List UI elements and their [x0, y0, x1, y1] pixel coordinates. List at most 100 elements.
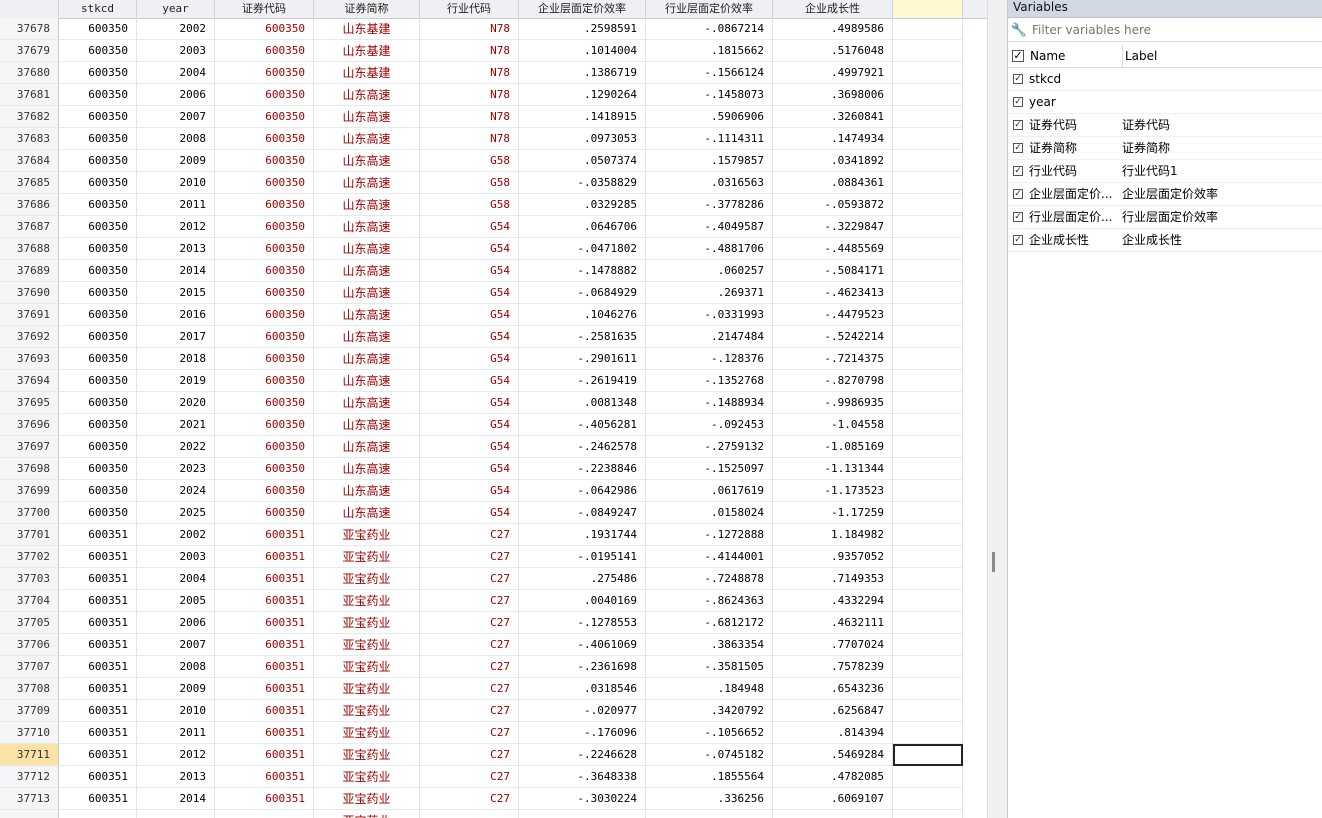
cell-year[interactable]: 2006: [137, 84, 215, 106]
cell-firm-growth[interactable]: 1.184982: [773, 524, 893, 546]
cell-security-code[interactable]: 600351: [215, 546, 314, 568]
cell-security-code[interactable]: 600351: [215, 524, 314, 546]
variable-checkbox[interactable]: ✓: [1013, 189, 1023, 199]
table-row[interactable]: 37705 600351 2006 600351 亚宝药业 C27 -.1278553 -.6…: [0, 612, 987, 634]
cell-firm-pricing-eff[interactable]: .0318546: [519, 678, 646, 700]
cell-firm-growth[interactable]: .0884361: [773, 172, 893, 194]
column-header-rownum[interactable]: [0, 0, 59, 18]
cell-firm-growth[interactable]: -1.131344: [773, 458, 893, 480]
cell-firm-growth[interactable]: -.5084171: [773, 260, 893, 282]
cell-stkcd[interactable]: 600350: [59, 282, 137, 304]
cell-year[interactable]: 2021: [137, 414, 215, 436]
cell-security-code[interactable]: 600350: [215, 436, 314, 458]
cell-security-name[interactable]: 山东高速: [314, 480, 420, 502]
cell-security-code[interactable]: 600350: [215, 62, 314, 84]
cell-security-name[interactable]: 山东高速: [314, 216, 420, 238]
cell-industry-code[interactable]: C27: [420, 766, 519, 788]
row-number[interactable]: 37710: [0, 722, 59, 744]
cell-empty[interactable]: [893, 744, 963, 766]
table-row[interactable]: 37688 600350 2013 600350 山东高速 G54 -.0471802 -.4…: [0, 238, 987, 260]
row-number[interactable]: 37693: [0, 348, 59, 370]
table-row[interactable]: 37678 600350 2002 600350 山东基建 N78.2598591 -.08…: [0, 18, 987, 40]
cell-firm-growth[interactable]: -.3229847: [773, 216, 893, 238]
variable-checkbox[interactable]: ✓: [1013, 212, 1023, 222]
cell-security-code[interactable]: 600351: [215, 788, 314, 810]
cell-industry-code[interactable]: N78: [420, 18, 519, 40]
cell-industry-code[interactable]: G54: [420, 458, 519, 480]
cell-firm-growth[interactable]: -.8270798: [773, 370, 893, 392]
cell-industry-code[interactable]: G54: [420, 282, 519, 304]
cell-security-name[interactable]: 亚宝药业: [314, 634, 420, 656]
cell-firm-pricing-eff[interactable]: -.2619419: [519, 370, 646, 392]
cell-firm-pricing-eff[interactable]: -.0642986: [519, 480, 646, 502]
cell-security-name[interactable]: 亚宝药业: [314, 744, 420, 766]
cell-security-code[interactable]: 600351: [215, 744, 314, 766]
table-row[interactable]: 37694 600350 2019 600350 山东高速 G54 -.2619419 -.1…: [0, 370, 987, 392]
cell-security-code[interactable]: 600350: [215, 150, 314, 172]
cell-industry-pricing-eff[interactable]: -.2759132: [646, 436, 773, 458]
cell-industry-code[interactable]: G54: [420, 260, 519, 282]
cell-empty[interactable]: [893, 502, 963, 524]
cell-empty[interactable]: [893, 568, 963, 590]
cell-security-name[interactable]: 山东高速: [314, 260, 420, 282]
row-number[interactable]: 37683: [0, 128, 59, 150]
table-row[interactable]: 37685 600350 2010 600350 山东高速 G58 -.0358829.03…: [0, 172, 987, 194]
variable-row[interactable]: ✓ stkcd: [1008, 68, 1322, 91]
cell-stkcd[interactable]: 600350: [59, 348, 137, 370]
cell-firm-pricing-eff[interactable]: -.0849247: [519, 502, 646, 524]
cell-year[interactable]: 2007: [137, 634, 215, 656]
cell-year[interactable]: 2010: [137, 700, 215, 722]
cell-stkcd[interactable]: [59, 810, 137, 818]
cell-industry-code[interactable]: C27: [420, 524, 519, 546]
variable-checkbox[interactable]: ✓: [1013, 235, 1023, 245]
cell-firm-growth[interactable]: -1.04558: [773, 414, 893, 436]
variable-row[interactable]: ✓ 企业成长性 企业成长性: [1008, 229, 1322, 252]
cell-industry-code[interactable]: G54: [420, 436, 519, 458]
cell-security-code[interactable]: 600350: [215, 172, 314, 194]
cell-industry-pricing-eff[interactable]: -.1114311: [646, 128, 773, 150]
cell-security-name[interactable]: 山东高速: [314, 304, 420, 326]
variable-checkbox[interactable]: ✓: [1013, 97, 1023, 107]
cell-firm-growth[interactable]: .7707024: [773, 634, 893, 656]
cell-firm-pricing-eff[interactable]: .1418915: [519, 106, 646, 128]
cell-stkcd[interactable]: 600350: [59, 260, 137, 282]
cell-firm-growth[interactable]: .814394: [773, 722, 893, 744]
cell-industry-pricing-eff[interactable]: -.0867214: [646, 18, 773, 40]
row-number[interactable]: 37698: [0, 458, 59, 480]
cell-security-code[interactable]: 600351: [215, 678, 314, 700]
cell-firm-growth[interactable]: -1.085169: [773, 436, 893, 458]
row-number[interactable]: 37684: [0, 150, 59, 172]
name-column-header[interactable]: Name: [1030, 45, 1065, 67]
cell-empty[interactable]: [893, 810, 963, 818]
cell-security-name[interactable]: 山东基建: [314, 18, 420, 40]
cell-firm-growth[interactable]: .6256847: [773, 700, 893, 722]
cell-security-code[interactable]: 600350: [215, 128, 314, 150]
cell-empty[interactable]: [893, 238, 963, 260]
cell-security-code[interactable]: 600350: [215, 238, 314, 260]
variable-row[interactable]: ✓ 行业代码 行业代码1: [1008, 160, 1322, 183]
cell-industry-code[interactable]: C27: [420, 678, 519, 700]
cell-industry-code[interactable]: G58: [420, 194, 519, 216]
cell-empty[interactable]: [893, 480, 963, 502]
cell-stkcd[interactable]: 600350: [59, 480, 137, 502]
cell-year[interactable]: 2008: [137, 128, 215, 150]
variable-row[interactable]: ✓ 行业层面定价... 行业层面定价效率: [1008, 206, 1322, 229]
cell-security-name[interactable]: 山东高速: [314, 392, 420, 414]
cell-firm-growth[interactable]: -.9986935: [773, 392, 893, 414]
table-row[interactable]: 37693 600350 2018 600350 山东高速 G54 -.2901611 -.1…: [0, 348, 987, 370]
table-row[interactable]: 37698 600350 2023 600350 山东高速 G54 -.2238846 -.1…: [0, 458, 987, 480]
cell-firm-growth[interactable]: -.4485569: [773, 238, 893, 260]
cell-stkcd[interactable]: 600350: [59, 458, 137, 480]
variable-checkbox[interactable]: ✓: [1013, 120, 1023, 130]
column-header-security-name[interactable]: 证券简称: [314, 0, 420, 18]
row-number[interactable]: 37696: [0, 414, 59, 436]
cell-security-code[interactable]: 600350: [215, 458, 314, 480]
table-row[interactable]: 37706 600351 2007 600351 亚宝药业 C27 -.4061069.38…: [0, 634, 987, 656]
cell-empty[interactable]: [893, 84, 963, 106]
cell-empty[interactable]: [893, 128, 963, 150]
cell-empty[interactable]: [893, 172, 963, 194]
cell-firm-growth[interactable]: -.5242214: [773, 326, 893, 348]
cell-stkcd[interactable]: 600351: [59, 700, 137, 722]
cell-year[interactable]: 2020: [137, 392, 215, 414]
cell-security-name[interactable]: 亚宝药业: [314, 590, 420, 612]
